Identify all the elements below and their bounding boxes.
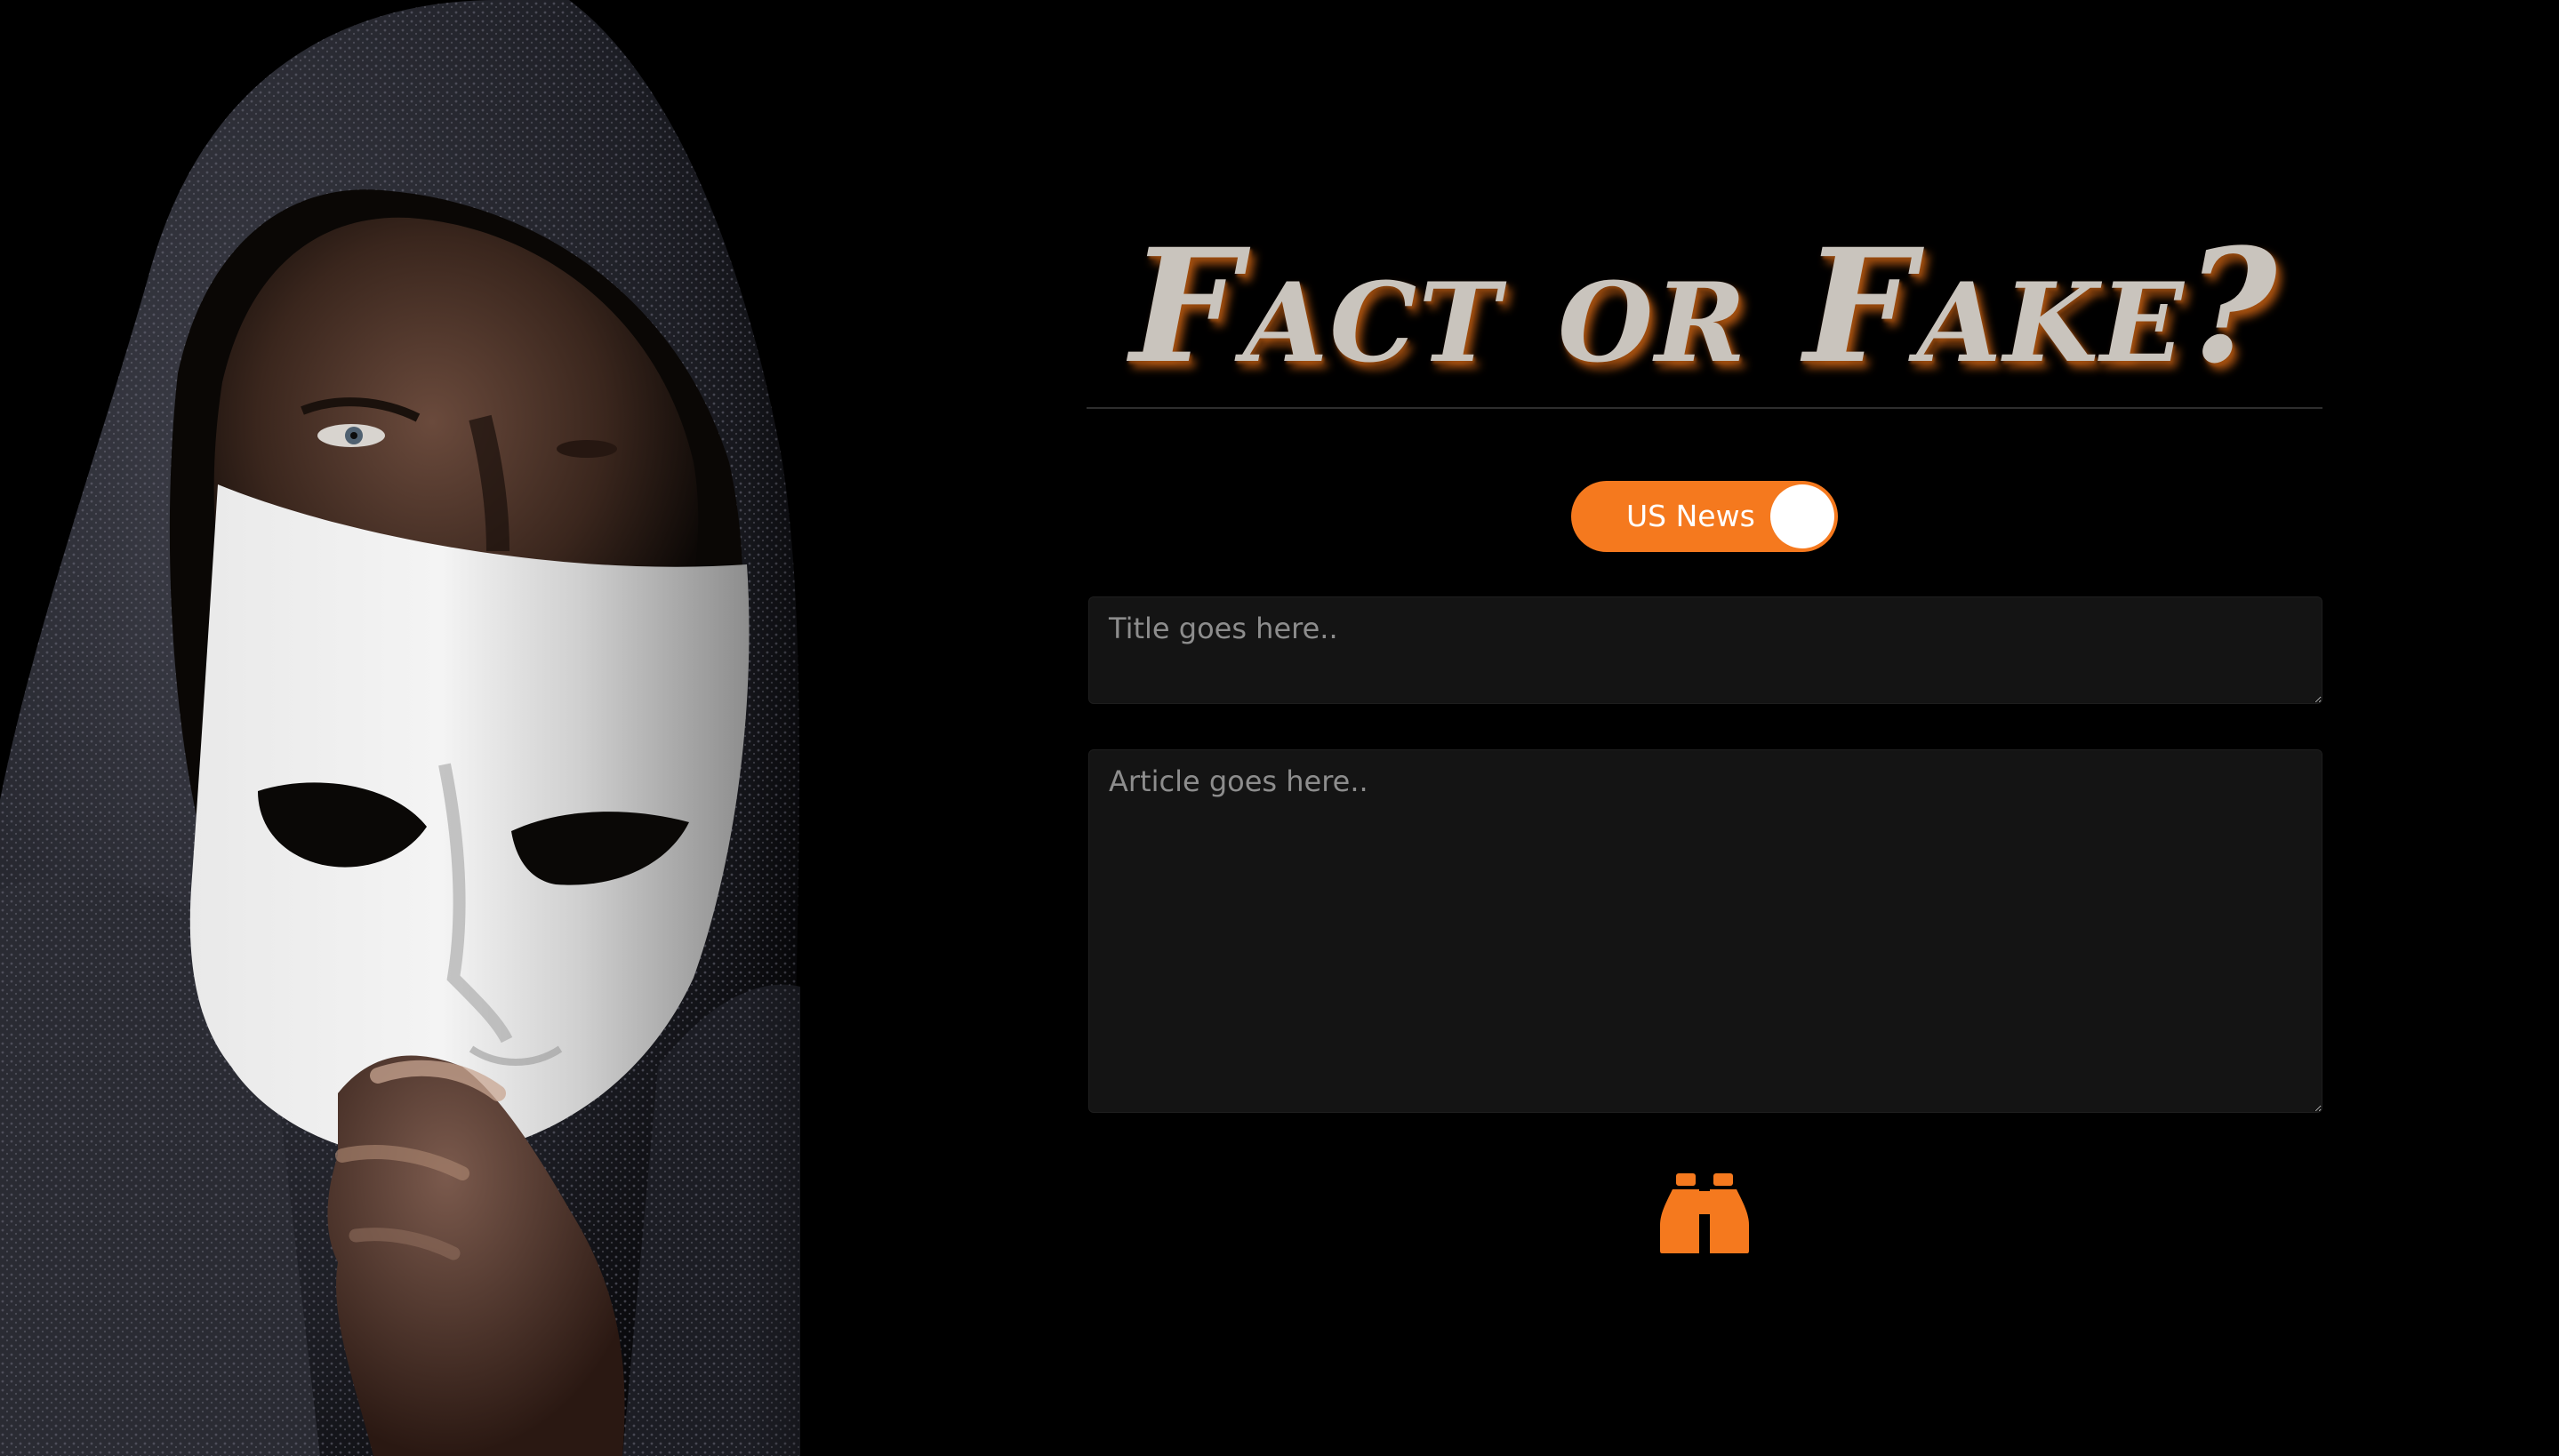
main-panel: Fact or Fake? US News	[1087, 0, 2322, 1456]
binoculars-icon	[1660, 1173, 1749, 1253]
hero-image	[0, 0, 996, 1456]
toggle-knob[interactable]	[1770, 484, 1834, 548]
submit-button[interactable]	[1660, 1172, 1749, 1257]
article-input[interactable]	[1088, 749, 2322, 1113]
title-input[interactable]	[1088, 596, 2322, 704]
title-divider	[1087, 407, 2322, 409]
hooded-person-mask-illustration	[0, 0, 996, 1456]
us-news-toggle[interactable]: US News	[1571, 481, 1838, 552]
page: Fact or Fake? US News	[0, 0, 2559, 1456]
page-title: Fact or Fake?	[1130, 214, 2279, 398]
toggle-label: US News	[1626, 499, 1755, 533]
